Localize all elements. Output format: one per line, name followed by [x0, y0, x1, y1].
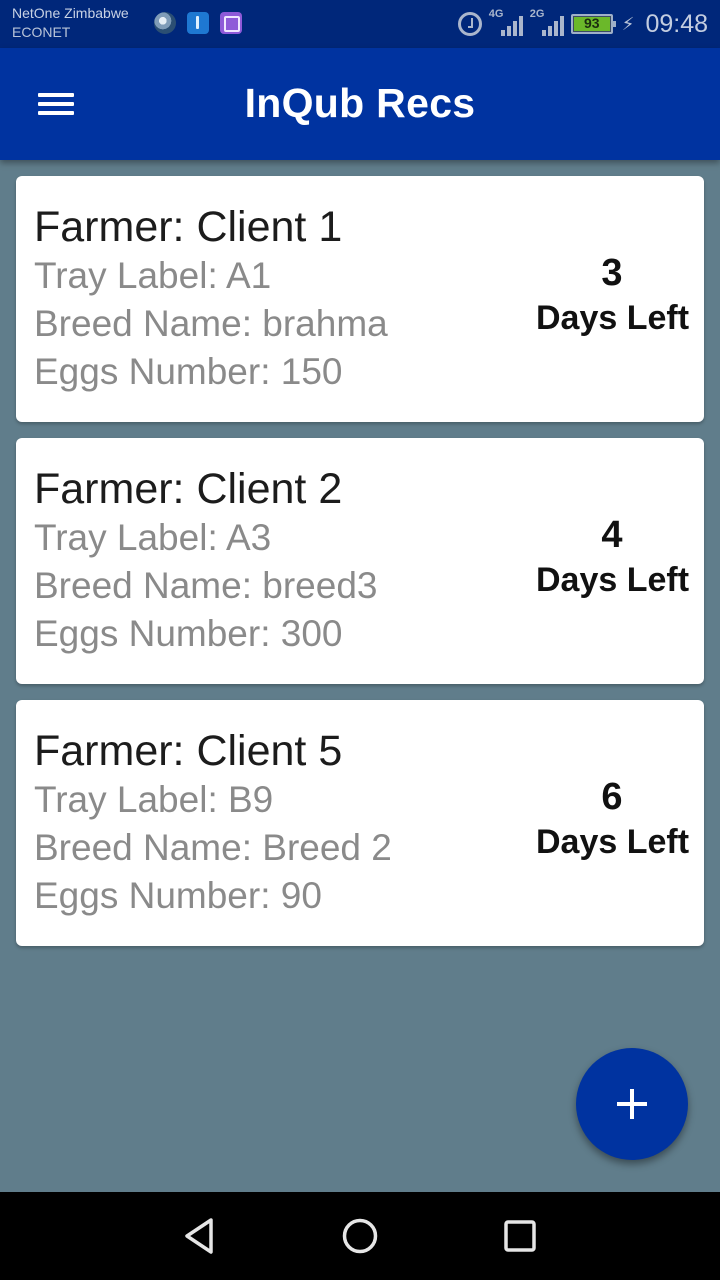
recent-apps-button[interactable] [500, 1216, 540, 1256]
tray-label: Tray Label: A1 [34, 255, 272, 296]
add-record-button[interactable] [576, 1048, 688, 1160]
days-left-value: 4 [601, 514, 623, 556]
clock: 09:48 [645, 9, 708, 38]
system-icons: 4G 2G 93 ⚡ 09:48 [457, 8, 708, 40]
home-circle-icon [342, 1218, 378, 1254]
days-left-counter: 4 Days Left [536, 512, 690, 602]
globe-icon [154, 12, 176, 34]
days-left-counter: 3 Days Left [536, 250, 690, 340]
carrier-info: NetOne Zimbabwe ECONET [12, 4, 129, 42]
page-title: InQub Recs [244, 80, 476, 126]
record-card[interactable]: Farmer: Client 5 Tray Label: B9 Breed Na… [16, 700, 704, 946]
screen: NetOne Zimbabwe ECONET 4G 2G 93 ⚡ 09:48 … [0, 0, 720, 1280]
breed-name: Breed Name: Breed 2 [34, 827, 392, 868]
carrier-secondary: ECONET [12, 24, 71, 40]
days-left-value: 3 [601, 252, 623, 294]
record-card[interactable]: Farmer: Client 1 Tray Label: A1 Breed Na… [16, 176, 704, 422]
days-left-counter: 6 Days Left [536, 774, 690, 864]
carrier-primary: NetOne Zimbabwe [12, 5, 129, 21]
record-card[interactable]: Farmer: Client 2 Tray Label: A3 Breed Na… [16, 438, 704, 684]
notification-icons [154, 12, 242, 34]
record-details: Farmer: Client 1 Tray Label: A1 Breed Na… [34, 202, 388, 396]
days-left-label: Days Left [536, 299, 690, 337]
breed-name: Breed Name: breed3 [34, 565, 378, 606]
navigation-bar [0, 1192, 720, 1280]
battery-percent: 93 [584, 15, 600, 31]
farmer-name: Farmer: Client 1 [34, 203, 343, 251]
charging-icon: ⚡ [621, 13, 635, 34]
back-triangle-icon [185, 1218, 213, 1254]
record-list: Farmer: Client 1 Tray Label: A1 Breed Na… [16, 176, 704, 962]
tray-label: Tray Label: A3 [34, 517, 272, 558]
status-bar: NetOne Zimbabwe ECONET 4G 2G 93 ⚡ 09:48 [0, 0, 720, 48]
days-left-label: Days Left [536, 823, 690, 861]
breed-name: Breed Name: brahma [34, 303, 388, 344]
days-left-value: 6 [601, 776, 623, 818]
usb-icon [187, 12, 209, 34]
days-left-label: Days Left [536, 561, 690, 599]
farmer-name: Farmer: Client 2 [34, 465, 343, 513]
eggs-number: Eggs Number: 300 [34, 613, 343, 654]
eggs-number: Eggs Number: 90 [34, 875, 322, 916]
home-button[interactable] [340, 1216, 380, 1256]
eggs-number: Eggs Number: 150 [34, 351, 343, 392]
battery-icon: 93 [570, 14, 616, 34]
back-button[interactable] [180, 1216, 220, 1256]
gallery-icon [220, 12, 242, 34]
recent-square-icon [504, 1220, 536, 1252]
farmer-name: Farmer: Client 5 [34, 727, 343, 775]
tray-label: Tray Label: B9 [34, 779, 274, 820]
alarm-icon [457, 12, 482, 36]
signal-4g-icon: 4G [489, 8, 523, 38]
record-details: Farmer: Client 5 Tray Label: B9 Breed Na… [34, 726, 392, 920]
app-bar: InQub Recs [0, 48, 720, 160]
signal-2g-icon: 2G [530, 8, 564, 38]
record-details: Farmer: Client 2 Tray Label: A3 Breed Na… [34, 464, 377, 658]
